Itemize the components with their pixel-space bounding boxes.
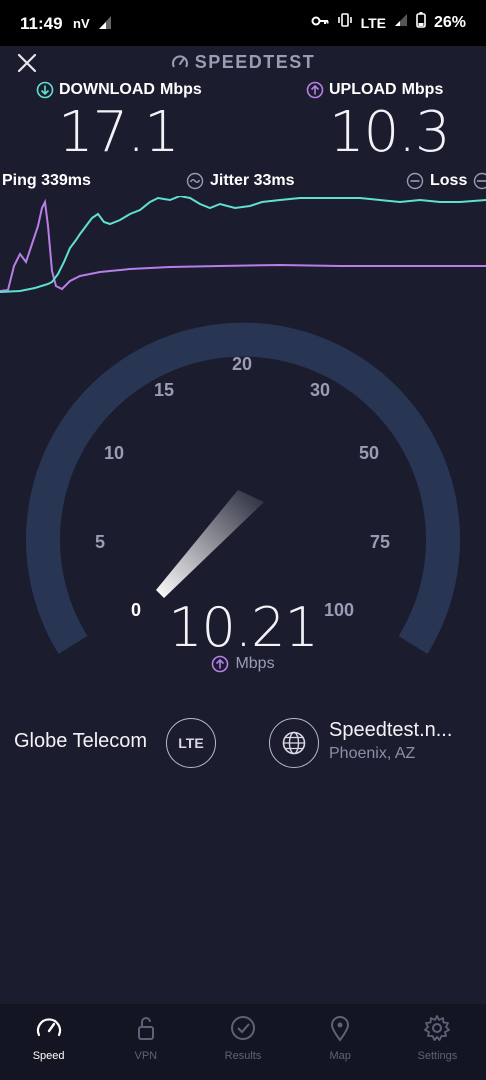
jitter-icon (186, 172, 204, 190)
nav-speed-label: Speed (32, 1050, 65, 1062)
battery-icon (416, 12, 426, 33)
stats-row: Ping 339ms Jitter 33ms Loss (0, 172, 486, 194)
speed-graph (0, 196, 486, 293)
upload-label: UPLOAD (329, 81, 397, 98)
ping-stat: Ping 339ms (2, 172, 91, 190)
gauge-tick-20: 20 (232, 354, 252, 374)
nav-settings[interactable]: Settings (389, 1004, 486, 1080)
gear-icon (421, 1012, 453, 1044)
gauge-tick-30: 30 (310, 380, 330, 400)
current-speed-value: 10.21 (168, 596, 319, 659)
gauge-needle (156, 490, 264, 598)
download-arrow-icon (36, 81, 54, 99)
gauge-tick-50: 50 (359, 443, 379, 463)
map-pin-icon (324, 1012, 356, 1044)
download-label: DOWNLOAD (59, 81, 155, 98)
nav-map[interactable]: Map (292, 1004, 389, 1080)
upload-graph-line (0, 198, 486, 292)
upload-arrow-icon (306, 81, 324, 99)
nav-map-label: Map (329, 1050, 351, 1062)
check-circle-icon (227, 1012, 259, 1044)
jitter-text: Jitter 33ms (210, 172, 295, 189)
key-icon (311, 14, 329, 32)
server-button[interactable] (269, 718, 319, 768)
nav-speed[interactable]: Speed (0, 1004, 97, 1080)
loss-text: Loss (430, 172, 468, 189)
upload-unit: Mbps (401, 81, 444, 98)
gauge-tick-15: 15 (154, 380, 174, 400)
nav-settings-label: Settings (417, 1050, 458, 1062)
battery-percent: 26% (433, 13, 466, 31)
loss-stat: Loss (406, 172, 486, 190)
gauge-tick-5: 5 (95, 532, 105, 552)
network-type: LTE (360, 14, 386, 31)
nav-results[interactable]: Results (194, 1004, 291, 1080)
current-speed-unit: Mbps (0, 655, 486, 673)
signal-icon (98, 14, 112, 35)
loss-icon (406, 172, 424, 190)
speedometer-icon (171, 53, 189, 76)
upload-heading: UPLOAD Mbps (306, 81, 443, 99)
nav-vpn[interactable]: VPN (97, 1004, 194, 1080)
gauge-tick-10: 10 (104, 443, 124, 463)
title-text: SPEEDTEST (194, 52, 316, 72)
provider-name[interactable]: Globe Telecom (14, 730, 147, 753)
status-time: 11:49 (20, 14, 63, 33)
download-heading: DOWNLOAD Mbps (36, 81, 202, 99)
lock-icon (130, 1012, 162, 1044)
download-value: 17.1 (58, 100, 180, 165)
connection-type-badge[interactable]: LTE (166, 718, 216, 768)
ping-text: Ping 339ms (2, 172, 91, 189)
loss-indicator-icon (474, 172, 486, 190)
vibrate-icon (337, 13, 353, 32)
status-bar: 11:49 nV LTE 26% (0, 0, 486, 46)
server-name[interactable]: Speedtest.n... (329, 719, 452, 742)
download-unit: Mbps (159, 81, 202, 98)
cell-signal-icon (394, 13, 408, 32)
status-carrier: nV (73, 16, 90, 31)
current-speed-unit-text: Mbps (235, 655, 275, 672)
upload-arrow-icon (212, 655, 229, 673)
nav-vpn-label: VPN (134, 1050, 158, 1062)
page-title: SPEEDTEST (0, 52, 486, 76)
bottom-navigation: Speed VPN Results Map Settings (0, 1004, 486, 1080)
globe-icon (282, 731, 306, 755)
server-location: Phoenix, AZ (329, 745, 416, 762)
nav-results-label: Results (224, 1050, 262, 1062)
jitter-stat: Jitter 33ms (186, 172, 295, 190)
speedometer-icon (33, 1012, 65, 1044)
gauge-tick-75: 75 (370, 532, 390, 552)
download-graph-line (0, 196, 486, 293)
upload-value: 10.3 (329, 100, 451, 165)
